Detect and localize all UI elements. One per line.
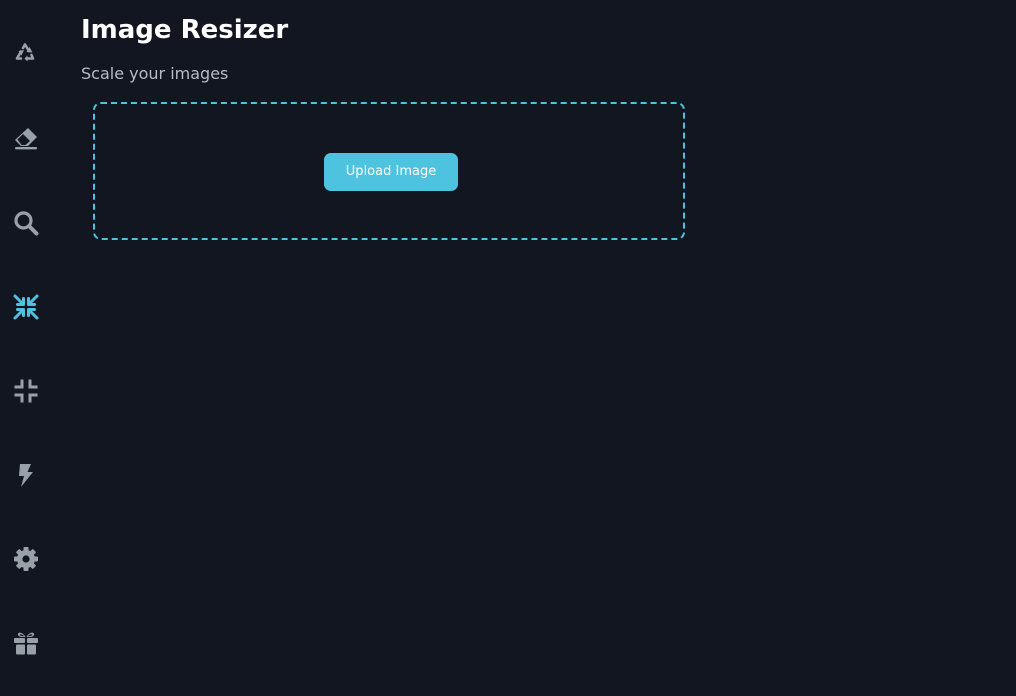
upload-dropzone[interactable]: Upload Image bbox=[93, 102, 685, 240]
sidebar-item-compress[interactable] bbox=[6, 371, 46, 411]
bolt-icon bbox=[19, 464, 33, 487]
sidebar-item-search[interactable] bbox=[6, 203, 46, 243]
eraser-icon bbox=[15, 128, 37, 150]
gear-icon bbox=[14, 547, 38, 571]
compress-icon bbox=[13, 294, 39, 320]
upload-image-button[interactable]: Upload Image bbox=[324, 153, 458, 191]
gift-icon bbox=[14, 632, 38, 655]
sidebar bbox=[0, 0, 52, 696]
recycle-icon bbox=[15, 43, 35, 62]
sidebar-item-recycle[interactable] bbox=[6, 34, 46, 74]
sidebar-item-gift[interactable] bbox=[6, 623, 46, 663]
sidebar-item-bolt[interactable] bbox=[6, 455, 46, 495]
sidebar-item-image-resizer[interactable] bbox=[6, 287, 46, 327]
compress-alt-icon bbox=[14, 379, 38, 403]
sidebar-item-settings[interactable] bbox=[6, 539, 46, 579]
page-subtitle: Scale your images bbox=[81, 64, 229, 83]
sidebar-item-eraser[interactable] bbox=[6, 118, 46, 158]
main-content: Image Resizer Scale your images Upload I… bbox=[81, 0, 1016, 696]
page-title: Image Resizer bbox=[81, 15, 289, 45]
app-window: Image Resizer Scale your images Upload I… bbox=[0, 0, 1016, 696]
search-icon bbox=[14, 211, 39, 236]
